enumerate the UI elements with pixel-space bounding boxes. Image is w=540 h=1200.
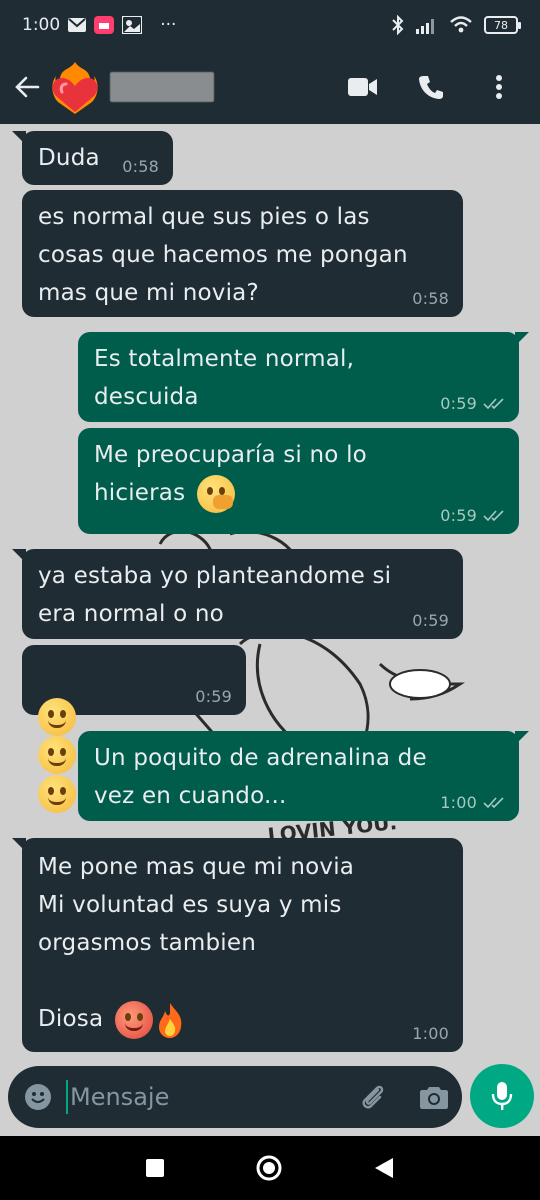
melting-face-icon [38,697,76,736]
bubble-tail [12,549,26,563]
message-time: 0:58 [412,289,449,308]
mail-icon [68,18,87,32]
battery-icon: 78 [484,16,521,34]
message-outgoing[interactable]: Es totalmente normal, descuida 0:59 [78,332,529,422]
chat-header [0,50,540,124]
message-outgoing[interactable]: Un poquito de adrenalina de vez en cuand… [78,731,529,821]
double-check-icon [483,797,504,809]
app-notification-icon [94,16,115,34]
melting-face-icon [38,736,76,774]
message-incoming[interactable]: Duda 0:58 [12,131,173,185]
back-arrow-icon [15,76,40,98]
message-meta: 0:58 [412,289,449,309]
message-text: Me preocuparía si no lo hicieras [94,436,503,513]
microphone-button[interactable] [470,1064,534,1128]
emoji-icon[interactable] [24,1083,52,1111]
signal-icon [416,16,438,34]
message-text: ya estaba yo planteandome si era normal … [38,563,392,627]
microphone-icon [491,1082,513,1110]
system-navigation-bar [0,1136,540,1200]
message-text: es normal que sus pies o las cosas que h… [38,204,408,306]
status-bar: 1:00 ··· 78 [0,0,540,50]
back-triangle-icon[interactable] [373,1156,395,1180]
attach-icon[interactable] [358,1082,388,1112]
message-composer[interactable]: Mensaje [8,1066,462,1128]
bluetooth-icon [392,15,404,35]
message-meta: 0:59 [412,611,449,631]
bubble-tail [12,838,26,852]
message-time: 1:00 [412,1024,449,1043]
face-with-hand-over-mouth-icon [196,474,235,513]
double-check-icon [483,398,504,410]
more-options-icon[interactable] [484,72,514,102]
contact-name-redacted[interactable] [110,72,214,102]
message-meta: 1:00 [412,1024,449,1044]
camera-icon[interactable] [420,1085,448,1109]
message-time: 1:00 [440,793,477,812]
message-meta: 0:59 [195,687,232,707]
message-meta: 0:59 [440,506,505,526]
message-meta: 0:58 [122,157,159,177]
status-time: 1:00 [22,15,61,35]
message-text-content: Me pone mas que mi novia Mi voluntad es … [38,854,355,1032]
bubble-tail [515,332,529,346]
overflow-dots: ··· [160,15,177,35]
heart-on-fire-icon [52,62,98,114]
home-circle-icon[interactable] [255,1154,283,1182]
message-time: 0:59 [440,506,477,525]
message-incoming[interactable]: 0:59 [22,645,246,813]
message-incoming[interactable]: es normal que sus pies o las cosas que h… [22,190,463,317]
double-check-icon [483,510,504,522]
wifi-icon [450,16,472,34]
message-incoming[interactable]: ya estaba yo planteandome si era normal … [12,549,463,639]
voice-call-icon[interactable] [416,72,446,102]
video-call-icon[interactable] [348,72,378,102]
message-input[interactable]: Mensaje [66,1080,169,1114]
message-outgoing[interactable]: Me preocuparía si no lo hicieras 0:59 [78,428,519,534]
message-time: 0:59 [440,394,477,413]
back-button[interactable] [12,67,42,107]
hot-face-icon [114,1000,153,1039]
melting-face-icon [38,774,76,813]
avatar[interactable] [44,56,106,118]
message-time: 0:58 [122,157,159,176]
message-time: 0:59 [412,611,449,630]
recents-square-icon[interactable] [145,1158,165,1178]
message-incoming[interactable]: Me pone mas que mi novia Mi voluntad es … [12,838,463,1052]
photo-icon [122,16,143,34]
bubble-tail [12,131,26,145]
message-text: Me pone mas que mi novia Mi voluntad es … [38,848,447,1039]
message-meta: 1:00 [440,793,505,813]
fire-icon [158,1002,182,1038]
battery-level: 78 [494,18,508,32]
message-time: 0:59 [195,687,232,706]
bubble-tail [515,731,529,745]
message-meta: 0:59 [440,394,505,414]
